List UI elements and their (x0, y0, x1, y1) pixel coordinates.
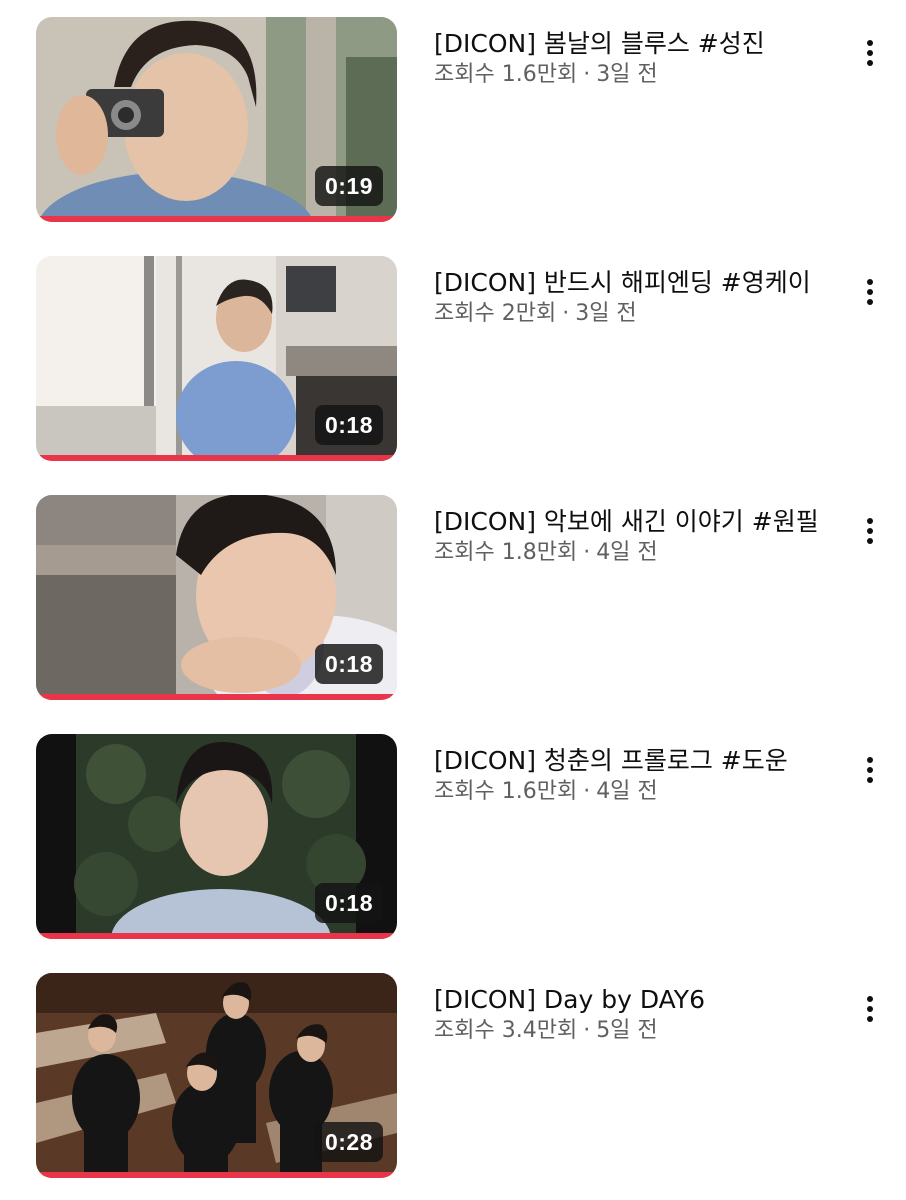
more-vert-icon[interactable] (852, 987, 888, 1031)
video-title[interactable]: [DICON] 반드시 해피엔딩 #영케이 (434, 268, 844, 298)
view-count: 조회수 1.6만회 (434, 779, 578, 804)
video-thumbnail[interactable]: 0:18 (36, 256, 397, 461)
video-item[interactable]: 0:18 [DICON] 악보에 새긴 이야기 #원필 조회수 1.8만회 · 4일… (0, 495, 906, 700)
video-stats: 조회수 1.6만회 · 3일 전 (434, 61, 844, 89)
view-count: 조회수 1.6만회 (434, 62, 578, 87)
video-list: 0:19 [DICON] 봄날의 블루스 #성진 조회수 1.6만회 · 3일 전 (0, 0, 906, 1200)
video-title[interactable]: [DICON] 봄날의 블루스 #성진 (434, 29, 844, 59)
separator: · (583, 540, 591, 565)
video-meta: [DICON] Day by DAY6 조회수 3.4만회 · 5일 전 (434, 973, 844, 1045)
watch-progress-bar (36, 216, 397, 222)
video-thumbnail[interactable]: 0:28 (36, 973, 397, 1178)
watch-progress-bar (36, 1172, 397, 1178)
view-count: 조회수 1.8만회 (434, 540, 578, 565)
separator: · (583, 62, 591, 87)
video-thumbnail[interactable]: 0:19 (36, 17, 397, 222)
upload-age: 4일 전 (596, 779, 658, 804)
upload-age: 4일 전 (596, 540, 658, 565)
video-stats: 조회수 3.4만회 · 5일 전 (434, 1017, 844, 1045)
more-vert-icon[interactable] (852, 270, 888, 314)
video-stats: 조회수 1.8만회 · 4일 전 (434, 539, 844, 567)
video-item[interactable]: 0:18 [DICON] 청춘의 프롤로그 #도운 조회수 1.6만회 · 4일 전 (0, 734, 906, 939)
video-stats: 조회수 2만회 · 3일 전 (434, 300, 844, 328)
video-stats: 조회수 1.6만회 · 4일 전 (434, 778, 844, 806)
video-meta: [DICON] 청춘의 프롤로그 #도운 조회수 1.6만회 · 4일 전 (434, 734, 844, 806)
video-item[interactable]: 0:28 [DICON] Day by DAY6 조회수 3.4만회 · 5일 전 (0, 973, 906, 1178)
duration-badge: 0:28 (314, 1122, 383, 1162)
more-vert-icon[interactable] (852, 31, 888, 75)
video-meta: [DICON] 반드시 해피엔딩 #영케이 조회수 2만회 · 3일 전 (434, 256, 844, 328)
video-thumbnail[interactable]: 0:18 (36, 734, 397, 939)
watch-progress-bar (36, 455, 397, 461)
video-meta: [DICON] 봄날의 블루스 #성진 조회수 1.6만회 · 3일 전 (434, 17, 844, 89)
separator: · (562, 301, 570, 326)
separator: · (583, 779, 591, 804)
video-title[interactable]: [DICON] 청춘의 프롤로그 #도운 (434, 746, 844, 776)
upload-age: 3일 전 (575, 301, 637, 326)
view-count: 조회수 3.4만회 (434, 1018, 578, 1043)
video-item[interactable]: 0:18 [DICON] 반드시 해피엔딩 #영케이 조회수 2만회 · 3일 전 (0, 256, 906, 461)
upload-age: 5일 전 (596, 1018, 658, 1043)
more-vert-icon[interactable] (852, 748, 888, 792)
video-title[interactable]: [DICON] Day by DAY6 (434, 985, 844, 1015)
video-item[interactable]: 0:19 [DICON] 봄날의 블루스 #성진 조회수 1.6만회 · 3일 전 (0, 17, 906, 222)
watch-progress-bar (36, 694, 397, 700)
watch-progress-bar (36, 933, 397, 939)
video-thumbnail[interactable]: 0:18 (36, 495, 397, 700)
video-meta: [DICON] 악보에 새긴 이야기 #원필 조회수 1.8만회 · 4일 전 (434, 495, 844, 567)
more-vert-icon[interactable] (852, 509, 888, 553)
duration-badge: 0:19 (314, 166, 383, 206)
separator: · (583, 1018, 591, 1043)
duration-badge: 0:18 (314, 644, 383, 684)
upload-age: 3일 전 (596, 62, 658, 87)
duration-badge: 0:18 (314, 883, 383, 923)
duration-badge: 0:18 (314, 405, 383, 445)
view-count: 조회수 2만회 (434, 301, 557, 326)
video-title[interactable]: [DICON] 악보에 새긴 이야기 #원필 (434, 507, 844, 537)
